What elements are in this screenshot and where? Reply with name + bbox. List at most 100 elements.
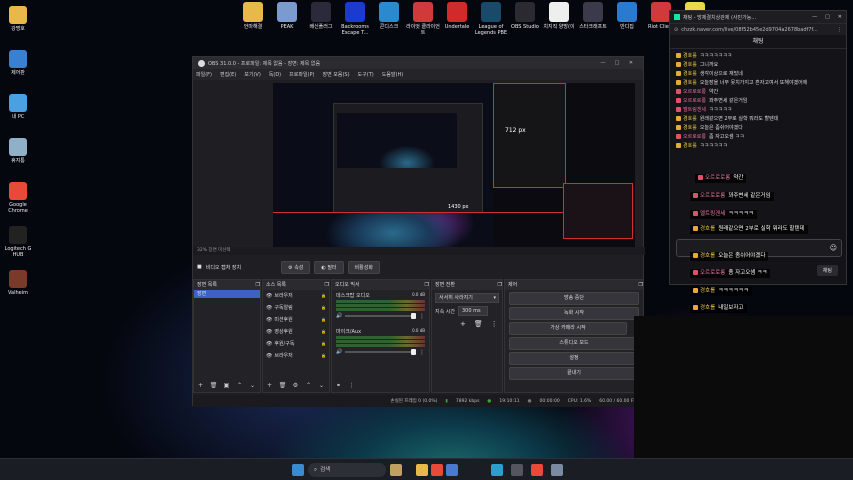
chat-nick[interactable]: 멜트링겐세 bbox=[683, 107, 706, 113]
close-button[interactable]: ✕ bbox=[838, 14, 842, 20]
more-icon[interactable]: ⋮ bbox=[491, 320, 498, 328]
desktop-icon[interactable]: Valheim bbox=[0, 270, 36, 296]
desktop-icon[interactable]: 배신플러그 bbox=[304, 2, 338, 30]
desktop-icon[interactable]: 제어판 bbox=[0, 50, 36, 76]
control-button[interactable]: 스튜디오 모드 bbox=[509, 337, 639, 350]
emoji-icon[interactable]: ☺ bbox=[830, 244, 837, 252]
settings-icon[interactable] bbox=[551, 464, 563, 476]
edge-icon[interactable] bbox=[491, 464, 503, 476]
menu-item[interactable]: 파일(F) bbox=[196, 71, 212, 78]
minimize-button[interactable]: — bbox=[812, 14, 817, 20]
more-icon[interactable]: ⋮ bbox=[419, 313, 425, 320]
more-icon[interactable]: ⋮ bbox=[837, 27, 842, 33]
chrome2-icon[interactable] bbox=[531, 464, 543, 476]
add-transition-icon[interactable]: + bbox=[460, 320, 466, 328]
desktop-icon[interactable]: Backrooms Escape T... bbox=[338, 2, 372, 36]
chat-nick[interactable]: 오르로로롱 bbox=[683, 134, 706, 140]
source-item[interactable]: 👁 브라우저 🔒 bbox=[263, 290, 329, 302]
eye-icon[interactable]: 👁 bbox=[266, 327, 272, 337]
dock-float-icon[interactable]: ❐ bbox=[325, 280, 329, 290]
lock-icon[interactable]: 🔒 bbox=[321, 327, 326, 337]
volume-slider[interactable] bbox=[345, 349, 416, 355]
filters-button[interactable]: ◐ 필터 bbox=[314, 260, 344, 274]
desktop-icon[interactable]: Google Chrome bbox=[0, 182, 36, 214]
menu-item[interactable]: 독(D) bbox=[269, 71, 281, 78]
lock-icon[interactable]: 🔒 bbox=[321, 291, 326, 301]
more-icon[interactable]: ⋮ bbox=[347, 381, 356, 390]
properties-button[interactable]: ⚙ 속성 bbox=[281, 260, 311, 274]
menu-item[interactable]: 도구(T) bbox=[358, 71, 374, 78]
obs-icon[interactable] bbox=[511, 464, 523, 476]
dock-float-icon[interactable]: ❐ bbox=[256, 280, 260, 290]
source-item[interactable]: 👁 미션후원 🔒 bbox=[263, 314, 329, 326]
maximize-button[interactable]: □ bbox=[610, 60, 624, 66]
desktop-icon[interactable]: 강명호 bbox=[0, 6, 36, 32]
lock-icon[interactable]: 🔒 bbox=[321, 339, 326, 349]
add-icon[interactable]: + bbox=[265, 381, 274, 390]
more-icon[interactable]: ⋮ bbox=[419, 349, 425, 356]
lock-icon[interactable]: 🔒 bbox=[321, 303, 326, 313]
remove-icon[interactable]: 🗑 bbox=[278, 381, 287, 390]
add-icon[interactable]: + bbox=[196, 381, 205, 390]
remove-transition-icon[interactable]: 🗑 bbox=[474, 320, 483, 328]
control-button[interactable]: 녹화 시작 bbox=[509, 307, 639, 320]
desktop-icon[interactable]: League of Legends PBE bbox=[474, 2, 508, 36]
desktop-icon[interactable]: 언마해결 bbox=[236, 2, 270, 30]
desktop-icon[interactable]: 스타크래프트 bbox=[576, 2, 610, 30]
chat-nick[interactable]: 오르로로롱 bbox=[683, 98, 706, 104]
dock-float-icon[interactable]: ❐ bbox=[639, 280, 643, 290]
lock-icon[interactable]: 🔒 bbox=[321, 315, 326, 325]
obs-preview[interactable]: 712 px 1430 px bbox=[273, 83, 635, 247]
speaker-icon[interactable]: 🔊 bbox=[336, 313, 342, 319]
chat-nick[interactable]: 경호롤 bbox=[683, 125, 697, 131]
desktop-icon[interactable]: 치지직 양방(이 bbox=[542, 2, 576, 30]
volume-slider[interactable] bbox=[345, 313, 416, 319]
chat-send-button[interactable]: 채팅 bbox=[816, 265, 838, 276]
chat-nick[interactable]: 경호롤 bbox=[683, 71, 697, 77]
volume-knob[interactable] bbox=[411, 313, 416, 319]
store-icon[interactable] bbox=[446, 464, 458, 476]
deactivate-button[interactable]: 비활성화 bbox=[347, 260, 380, 274]
control-button[interactable]: 방송 중단 bbox=[509, 292, 639, 305]
eye-icon[interactable]: 👁 bbox=[266, 351, 272, 361]
desktop-icon[interactable]: Logitech G HUB bbox=[0, 226, 36, 258]
transition-type-select[interactable]: 서서히 사라지기 ▾ bbox=[435, 293, 499, 303]
widget-icon[interactable] bbox=[390, 464, 402, 476]
maximize-button[interactable]: □ bbox=[825, 14, 830, 20]
menu-item[interactable]: 도움말(H) bbox=[382, 71, 403, 78]
down-icon[interactable]: ⌄ bbox=[248, 381, 257, 390]
lock-icon[interactable]: 🔒 bbox=[321, 351, 326, 361]
up-icon[interactable]: ⌃ bbox=[304, 381, 313, 390]
desktop-icon[interactable]: 반디집 bbox=[610, 2, 644, 30]
down-icon[interactable]: ⌄ bbox=[317, 381, 326, 390]
chat-nick[interactable]: 오르로로롱 bbox=[683, 89, 706, 95]
windows-start-icon[interactable] bbox=[292, 464, 304, 476]
volume-knob[interactable] bbox=[411, 349, 416, 355]
chat-nick[interactable]: 경호롤 bbox=[683, 80, 697, 86]
taskbar-search-box[interactable]: ⌕ 검색 bbox=[308, 463, 386, 477]
minimize-button[interactable]: — bbox=[596, 60, 610, 66]
duration-input[interactable]: 300 ms bbox=[458, 306, 488, 316]
filter-icon[interactable]: ▣ bbox=[222, 381, 231, 390]
gear-icon[interactable]: ⚙ bbox=[291, 381, 300, 390]
desktop-icon[interactable]: PEAK bbox=[270, 2, 304, 30]
close-button[interactable]: ✕ bbox=[624, 60, 638, 66]
menu-item[interactable]: 편집(E) bbox=[220, 71, 236, 78]
eye-icon[interactable]: 👁 bbox=[266, 303, 272, 313]
eye-icon[interactable]: 👁 bbox=[266, 339, 272, 349]
chat-nick[interactable]: 경호롤 bbox=[683, 62, 697, 68]
source-item[interactable]: 👁 영상후원 🔒 bbox=[263, 326, 329, 338]
control-button[interactable]: 설정 bbox=[509, 352, 639, 365]
menu-item[interactable]: 프로파일(P) bbox=[289, 71, 314, 78]
control-button[interactable]: 가상 카메라 시작 bbox=[509, 322, 627, 335]
dock-float-icon[interactable]: ❐ bbox=[425, 280, 429, 290]
up-icon[interactable]: ⌃ bbox=[235, 381, 244, 390]
eye-icon[interactable]: 👁 bbox=[266, 291, 272, 301]
desktop-icon[interactable]: 콘디스크 bbox=[372, 2, 406, 30]
chat-nick[interactable]: 경호롤 bbox=[683, 116, 697, 122]
dock-float-icon[interactable]: ❐ bbox=[498, 280, 502, 290]
scene-item[interactable]: 장면 bbox=[194, 290, 260, 298]
chat-nick[interactable]: 경호롤 bbox=[683, 143, 697, 149]
desktop-icon[interactable]: OBS Studio bbox=[508, 2, 542, 30]
remove-icon[interactable]: 🗑 bbox=[209, 381, 218, 390]
